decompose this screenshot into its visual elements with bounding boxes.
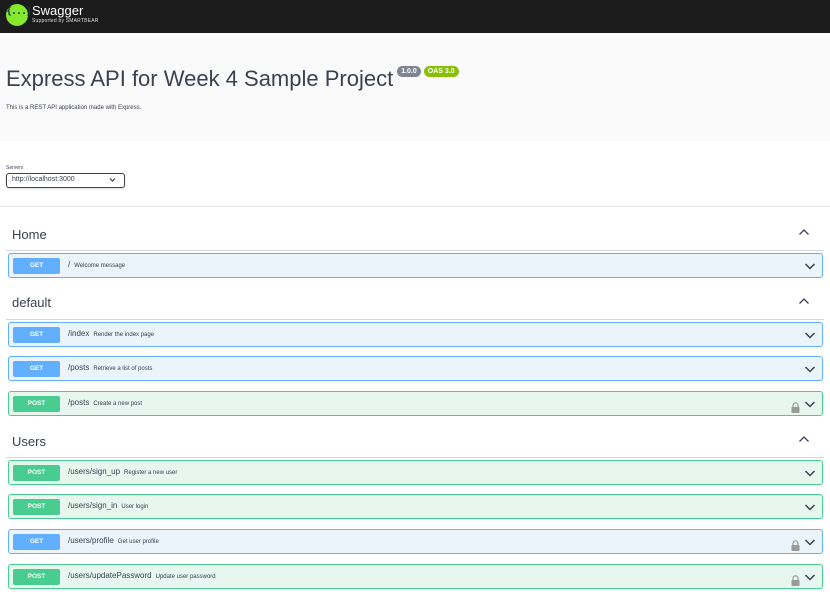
chevron-down-icon[interactable] <box>804 534 816 548</box>
method-badge: GET <box>13 258 60 274</box>
operation-path: / Welcome message <box>68 260 125 269</box>
lock-icon[interactable] <box>791 398 800 413</box>
chevron-down-icon[interactable] <box>804 499 816 513</box>
operation-summary: Retrieve a list of posts <box>93 366 153 372</box>
divider <box>0 206 830 207</box>
section-header-home[interactable]: Home <box>6 210 824 251</box>
operation-path: /users/sign_up Register a new user <box>68 467 177 476</box>
chevron-down-icon[interactable] <box>804 327 816 341</box>
swagger-logo[interactable]: {...} Swagger Supported by SMARTBEAR <box>6 4 99 26</box>
operation-path: /posts Retrieve a list of posts <box>68 363 152 372</box>
section-title: Users <box>12 434 46 449</box>
operation-summary: Register a new user <box>124 470 178 476</box>
operation-post-row[interactable]: POST/posts Create a new post <box>8 391 823 416</box>
operation-path: /index Render the index page <box>68 329 154 338</box>
operation-path: /users/profile Get user profile <box>68 536 159 545</box>
method-badge: GET <box>13 327 60 343</box>
chevron-down-icon[interactable] <box>804 258 816 272</box>
method-badge: POST <box>13 465 60 481</box>
version-badge: 1.0.0 <box>397 66 421 77</box>
method-badge: GET <box>13 361 60 377</box>
server-select-value: http://localhost:3000 <box>12 176 75 183</box>
servers-label: Servers <box>6 165 24 171</box>
operation-post-row[interactable]: POST/users/sign_up Register a new user <box>8 460 823 485</box>
chevron-up-icon[interactable] <box>798 296 810 309</box>
logo-title: Swagger <box>32 3 84 18</box>
chevron-down-icon[interactable] <box>804 569 816 583</box>
section-header-default[interactable]: default <box>6 279 824 320</box>
lock-icon[interactable] <box>791 536 800 551</box>
api-description: This is a REST API application made with… <box>6 105 142 111</box>
operation-path-text: / <box>68 260 71 269</box>
operation-post-row[interactable]: POST/users/sign_in User login <box>8 494 823 519</box>
method-badge: POST <box>13 396 60 412</box>
operation-summary: Welcome message <box>74 263 126 269</box>
method-badge: POST <box>13 499 60 515</box>
chevron-down-icon <box>109 174 116 191</box>
chevron-up-icon[interactable] <box>798 227 810 240</box>
chevron-down-icon[interactable] <box>804 396 816 410</box>
operation-summary: Get user profile <box>117 539 159 545</box>
swagger-logo-glyph: {...} <box>6 6 32 17</box>
operation-summary: Update user password <box>155 574 216 580</box>
top-bar: {...} Swagger Supported by SMARTBEAR <box>0 0 830 33</box>
operation-path-text: /posts <box>68 398 90 407</box>
chevron-down-icon[interactable] <box>804 465 816 479</box>
oas-badge: OAS 3.0 <box>423 66 459 77</box>
operation-path-text: /index <box>68 329 90 338</box>
lock-icon[interactable] <box>791 571 800 586</box>
swagger-logo-icon: {...} <box>6 4 32 26</box>
operation-summary: Create a new post <box>93 401 143 407</box>
operation-get-row[interactable]: GET/users/profile Get user profile <box>8 529 823 554</box>
operation-get-row[interactable]: GET/index Render the index page <box>8 322 823 347</box>
operation-path-text: /users/updatePassword <box>68 571 152 580</box>
operation-get-row[interactable]: GET / Welcome message <box>8 253 823 278</box>
operation-summary: User login <box>121 504 149 510</box>
server-select[interactable]: http://localhost:3000 <box>6 173 125 188</box>
section-title: Home <box>12 227 47 242</box>
operation-path: /users/updatePassword Update user passwor… <box>68 571 216 580</box>
api-info: Express API for Week 4 Sample Project 1.… <box>0 33 830 141</box>
api-title: Express API for Week 4 Sample Project <box>6 66 394 91</box>
operation-path-text: /users/profile <box>68 536 114 545</box>
section-header-users[interactable]: Users <box>6 417 824 458</box>
operation-post-row[interactable]: POST/users/updatePassword Update user pas… <box>8 564 823 589</box>
method-badge: GET <box>13 534 60 550</box>
operation-path-text: /users/sign_up <box>68 467 121 476</box>
operation-path-text: /posts <box>68 363 90 372</box>
operation-get-row[interactable]: GET/posts Retrieve a list of posts <box>8 356 823 381</box>
chevron-up-icon[interactable] <box>798 434 810 447</box>
operation-path: /users/sign_in User login <box>68 501 148 510</box>
section-title: default <box>12 295 52 310</box>
operation-path-text: /users/sign_in <box>68 501 118 510</box>
operation-summary: Render the index page <box>93 332 155 338</box>
logo-subtitle: Supported by SMARTBEAR <box>32 18 99 24</box>
method-badge: POST <box>13 569 60 585</box>
operation-path: /posts Create a new post <box>68 398 142 407</box>
chevron-down-icon[interactable] <box>804 361 816 375</box>
